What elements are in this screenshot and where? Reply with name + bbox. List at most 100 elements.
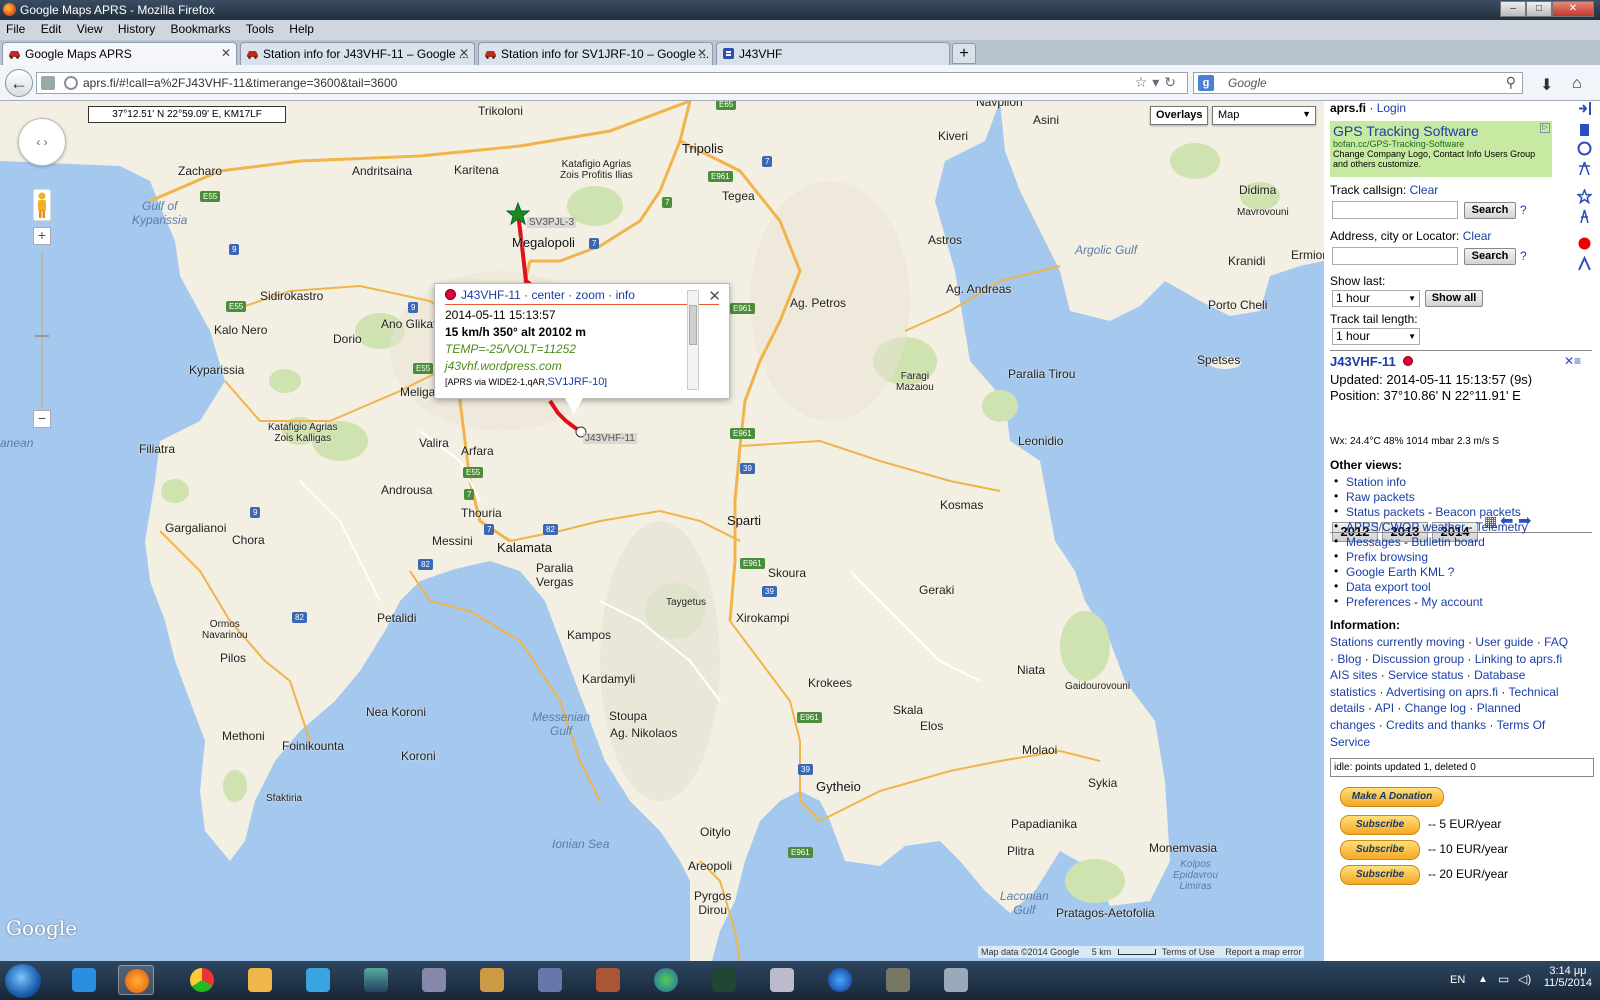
callsign-input[interactable]	[1332, 201, 1458, 219]
map-type-select[interactable]: Map ▼	[1212, 106, 1316, 125]
ais-sites-link[interactable]: AIS sites	[1330, 668, 1377, 682]
star-icon[interactable]	[1577, 189, 1592, 204]
telemetry-link[interactable]: Telemetry	[1476, 520, 1528, 534]
donate-button[interactable]: Make A Donation	[1340, 787, 1444, 807]
tower-icon[interactable]	[1577, 209, 1592, 224]
building-icon[interactable]	[1577, 122, 1592, 137]
search-bar[interactable]: g Google ⚲	[1193, 72, 1523, 94]
callsign-search-button[interactable]: Search	[1464, 202, 1516, 219]
magnifier-icon[interactable]: ⚲	[1506, 74, 1516, 91]
overlays-button[interactable]: Overlays	[1150, 106, 1209, 125]
my-account-link[interactable]: My account	[1421, 595, 1482, 609]
terms-of-service-link[interactable]: Service	[1330, 735, 1370, 749]
service-status-link[interactable]: Service status	[1388, 668, 1463, 682]
status-packets-link[interactable]: Status packets	[1346, 505, 1425, 519]
popup-website[interactable]: j43vhf.wordpress.com	[445, 359, 719, 373]
address-help-link[interactable]: ?	[1520, 249, 1527, 263]
tab-station-info-j43vhf[interactable]: Station info for J43VHF-11 – Google ... …	[240, 42, 475, 65]
station-label-j43vhf[interactable]: J43VHF-11	[583, 433, 637, 444]
record-icon[interactable]	[1577, 236, 1592, 251]
station-label-sv3pjl[interactable]: SV3PJL-3	[527, 217, 577, 228]
menu-file[interactable]: File	[0, 20, 31, 38]
taskbar-app-scope[interactable]	[706, 965, 742, 995]
taskbar-app-radio[interactable]	[474, 965, 510, 995]
pegman-icon[interactable]	[33, 189, 51, 221]
terms-of-service-link[interactable]: Terms Of	[1497, 718, 1546, 732]
callsign-help-link[interactable]: ?	[1520, 203, 1527, 217]
tab-station-info-sv1jrf[interactable]: Station info for SV1JRF-10 – Google ... …	[478, 42, 713, 65]
taskbar-app-computer[interactable]	[416, 965, 452, 995]
new-tab-button[interactable]: +	[952, 43, 976, 64]
network-icon[interactable]: ▭	[1498, 972, 1509, 986]
messages-link[interactable]: Messages	[1346, 535, 1401, 549]
taskbar-app-globe[interactable]	[648, 965, 684, 995]
menu-history[interactable]: History	[112, 20, 161, 38]
advertising-link[interactable]: Advertising on aprs.fi	[1386, 685, 1498, 699]
taskbar-outlook[interactable]	[242, 965, 278, 995]
language-indicator[interactable]: EN	[1450, 974, 1465, 986]
minimize-button[interactable]: –	[1500, 1, 1526, 17]
tail-length-select[interactable]: 1 hour ▼	[1332, 328, 1420, 345]
terms-link[interactable]: Terms of Use	[1162, 947, 1215, 957]
tab-google-maps-aprs[interactable]: Google Maps APRS ✕	[2, 42, 237, 65]
blog-link[interactable]: Blog	[1337, 652, 1361, 666]
google-earth-kml-link[interactable]: Google Earth KML ?	[1346, 565, 1454, 579]
api-link[interactable]: API	[1375, 701, 1394, 715]
taskbar-app-photo[interactable]	[880, 965, 916, 995]
zoom-slider[interactable]	[41, 251, 43, 416]
linking-link[interactable]: Linking to aprs.fi	[1475, 652, 1562, 666]
technical-details-link[interactable]: details	[1330, 701, 1365, 715]
planned-changes-link[interactable]: Planned	[1477, 701, 1521, 715]
popup-scrollbar[interactable]	[687, 290, 699, 390]
weather-link[interactable]: APRS/CWOP weather	[1346, 520, 1465, 534]
close-tab-icon[interactable]: ✕	[221, 46, 231, 60]
url-bar[interactable]: aprs.fi/#!call=a%2FJ43VHF-11&timerange=3…	[36, 72, 1188, 94]
database-statistics-link[interactable]: statistics	[1330, 685, 1376, 699]
lambda-icon[interactable]	[1577, 256, 1592, 271]
bookmark-star-icon[interactable]: ☆▾↻	[1135, 74, 1181, 91]
credits-link[interactable]: Credits and thanks	[1386, 718, 1486, 732]
bulletin-board-link[interactable]: Bulletin board	[1411, 535, 1484, 549]
taskbar-chrome[interactable]	[184, 965, 220, 995]
ad-box[interactable]: GPS Tracking Software bofan.cc/GPS-Track…	[1330, 121, 1552, 177]
scroll-thumb[interactable]	[689, 305, 697, 345]
tray-expand-icon[interactable]: ▲	[1478, 974, 1488, 985]
collapse-panel-icon[interactable]	[1577, 101, 1592, 116]
subscribe-5-button[interactable]: Subscribe	[1340, 815, 1420, 835]
menu-edit[interactable]: Edit	[35, 20, 68, 38]
back-button[interactable]: ←	[5, 69, 33, 97]
pan-control[interactable]: ‹ ›	[18, 118, 66, 166]
home-icon[interactable]: ⌂	[1572, 75, 1582, 93]
antenna-icon[interactable]	[1577, 161, 1592, 176]
ad-info-icon[interactable]: ▷	[1540, 123, 1550, 133]
planned-changes-link[interactable]: changes	[1330, 718, 1375, 732]
subscribe-10-button[interactable]: Subscribe	[1340, 840, 1420, 860]
beacon-packets-link[interactable]: Beacon packets	[1435, 505, 1520, 519]
taskbar-ie[interactable]	[66, 965, 102, 995]
download-icon[interactable]: ⬇	[1540, 75, 1553, 95]
map-canvas[interactable]: E65 E55 E55 E961 E961 E961 E961 E961 E96…	[0, 101, 1324, 961]
start-button[interactable]	[5, 964, 41, 998]
taskbar-music[interactable]	[300, 965, 336, 995]
menu-bookmarks[interactable]: Bookmarks	[165, 20, 237, 38]
prefix-browsing-link[interactable]: Prefix browsing	[1346, 550, 1428, 564]
popup-center-link[interactable]: center	[532, 288, 565, 302]
taskbar-app-satellite[interactable]	[938, 965, 974, 995]
taskbar-sstv[interactable]	[358, 965, 394, 995]
taskbar-app-earth[interactable]	[822, 965, 858, 995]
technical-details-link[interactable]: Technical	[1509, 685, 1559, 699]
change-log-link[interactable]: Change log	[1405, 701, 1466, 715]
station-info-link[interactable]: Station info	[1346, 475, 1406, 489]
popup-zoom-link[interactable]: zoom	[576, 288, 605, 302]
close-window-button[interactable]: ✕	[1552, 1, 1594, 17]
popup-callsign-link[interactable]: J43VHF-11	[461, 288, 521, 302]
discussion-group-link[interactable]: Discussion group	[1372, 652, 1464, 666]
menu-view[interactable]: View	[71, 20, 109, 38]
login-link[interactable]: Login	[1377, 101, 1406, 115]
taskbar-firefox[interactable]	[118, 965, 154, 995]
close-tab-icon[interactable]: ✕	[697, 46, 707, 60]
stations-moving-link[interactable]: Stations currently moving	[1330, 635, 1465, 649]
subscribe-20-button[interactable]: Subscribe	[1340, 865, 1420, 885]
taskbar-app-monitor[interactable]	[532, 965, 568, 995]
tab-j43vhf[interactable]: J43VHF	[716, 42, 950, 65]
